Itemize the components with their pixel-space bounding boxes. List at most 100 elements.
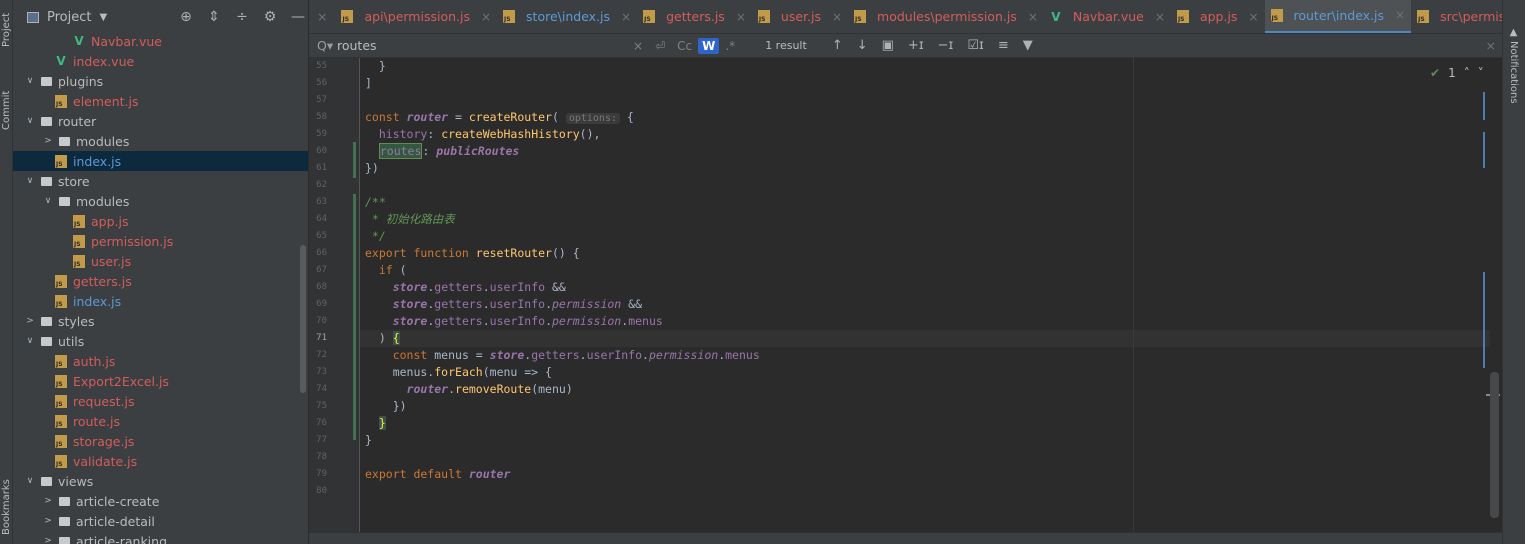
inspection-widget[interactable]: ✔ 1 ˄ ˅ [1430, 66, 1484, 80]
chevron-right-icon[interactable]: > [41, 516, 55, 526]
editor-tab[interactable]: getters.js × [637, 0, 752, 33]
regex-toggle[interactable]: .* [719, 39, 741, 53]
tree-file[interactable]: Export2Excel.js [13, 371, 308, 391]
js-file-icon [55, 414, 67, 428]
editor-tab[interactable]: router\index.js × [1264, 0, 1412, 33]
chevron-down-icon[interactable]: ∨ [23, 116, 37, 126]
chevron-right-icon[interactable]: > [41, 496, 55, 506]
close-icon[interactable]: × [1395, 8, 1405, 22]
editor-tab[interactable]: user.js × [752, 0, 848, 33]
project-panel-title[interactable]: Project [47, 10, 91, 25]
chevron-down-icon[interactable]: ∨ [23, 76, 37, 86]
commit-tool-tab[interactable]: Commit [0, 80, 13, 140]
chevron-down-icon[interactable]: ∨ [23, 336, 37, 346]
tree-file[interactable]: Vindex.vue [13, 51, 308, 71]
clear-search-icon[interactable]: × [627, 39, 649, 53]
right-margin-guide [1133, 58, 1134, 532]
tree-file[interactable]: route.js [13, 411, 308, 431]
tree-file[interactable]: V Navbar.vue [13, 31, 308, 51]
chevron-right-icon[interactable]: > [23, 316, 37, 326]
expand-all-icon[interactable]: ⇕ [204, 9, 224, 25]
match-case-toggle[interactable]: Cc [671, 39, 698, 53]
editor-scrollbar[interactable] [1490, 372, 1499, 518]
tree-file[interactable]: user.js [13, 251, 308, 271]
arrow-down-icon[interactable]: ↓ [850, 38, 875, 53]
parameter-hint: options: [565, 113, 620, 124]
tree-file[interactable]: auth.js [13, 351, 308, 371]
minimize-icon[interactable]: — [288, 9, 308, 25]
select-all-icon[interactable]: ☑ɪ [960, 38, 991, 53]
close-icon[interactable]: × [832, 10, 842, 24]
tree-folder[interactable]: ∨ utils [13, 331, 308, 351]
tree-folder[interactable]: > article-detail [13, 511, 308, 531]
line-number: 61 [316, 163, 327, 173]
project-scrollbar[interactable] [300, 245, 306, 393]
notifications-tool-tab[interactable]: ▲ Notifications [1502, 20, 1525, 110]
tree-folder[interactable]: ∨ modules [13, 191, 308, 211]
close-icon[interactable]: × [481, 10, 491, 24]
chevron-down-icon[interactable]: ∨ [41, 196, 55, 206]
remove-occurrence-icon[interactable]: −ɪ [931, 38, 961, 53]
close-icon[interactable]: × [621, 10, 631, 24]
editor-tab[interactable]: V Navbar.vue × [1044, 0, 1171, 33]
close-icon[interactable]: × [309, 9, 335, 24]
close-icon[interactable]: × [1028, 10, 1038, 24]
tree-folder[interactable]: > modules [13, 131, 308, 151]
search-icon[interactable]: Q▾ [317, 38, 337, 53]
tree-file[interactable]: index.js [13, 151, 308, 171]
vue-file-icon: V [1051, 9, 1061, 24]
tree-file[interactable]: storage.js [13, 431, 308, 451]
chevron-down-icon[interactable]: ∨ [23, 476, 37, 486]
editor-tab[interactable]: modules\permission.js × [848, 0, 1044, 33]
tree-folder[interactable]: > article-create [13, 491, 308, 511]
locate-icon[interactable]: ⊕ [176, 9, 196, 25]
tree-item-label: app.js [91, 213, 129, 229]
tree-file[interactable]: index.js [13, 291, 308, 311]
chevron-up-icon[interactable]: ˄ [1464, 66, 1470, 80]
tree-folder[interactable]: ∨ views [13, 471, 308, 491]
tree-file[interactable]: getters.js [13, 271, 308, 291]
tree-item-label: request.js [73, 393, 135, 409]
editor-tab[interactable]: api\permission.js × [335, 0, 497, 33]
tree-file[interactable]: request.js [13, 391, 308, 411]
tree-file[interactable]: element.js [13, 91, 308, 111]
js-file-icon [854, 10, 867, 23]
tree-folder[interactable]: ∨ store [13, 171, 308, 191]
code-editor[interactable]: } ] const router = createRouter( options… [360, 58, 1500, 544]
search-input[interactable]: routes [337, 38, 627, 53]
whole-words-toggle[interactable]: W [698, 37, 720, 54]
collapse-all-icon[interactable]: ÷ [232, 9, 252, 25]
close-icon[interactable]: × [736, 10, 746, 24]
tree-folder[interactable]: > article-ranking [13, 531, 308, 544]
gear-icon[interactable]: ⚙ [260, 9, 280, 25]
close-icon[interactable]: × [1155, 10, 1165, 24]
chevron-right-icon[interactable]: > [41, 136, 55, 146]
filter-icon[interactable]: ▼ [1016, 38, 1040, 53]
tree-folder[interactable]: > styles [13, 311, 308, 331]
breadcrumb-bar [309, 532, 1502, 544]
arrow-up-icon[interactable]: ↑ [825, 38, 850, 53]
select-all-occurrences-icon[interactable]: ▣ [875, 38, 901, 53]
tree-folder[interactable]: ∨ plugins [13, 71, 308, 91]
open-in-window-icon[interactable]: ≡ [991, 38, 1016, 53]
editor-tab[interactable]: app.js × [1171, 0, 1265, 33]
add-occurrence-icon[interactable]: +ɪ [901, 38, 931, 53]
tree-file[interactable]: validate.js [13, 451, 308, 471]
line-number: 65 [316, 231, 327, 241]
chevron-down-icon[interactable]: ∨ [23, 176, 37, 186]
tree-file[interactable]: permission.js [13, 231, 308, 251]
project-tool-tab[interactable]: Project [0, 0, 13, 60]
close-icon[interactable]: × [1486, 38, 1496, 53]
editor-tab[interactable]: src\permission.js× [1411, 0, 1502, 33]
chevron-down-icon[interactable]: ˅ [1478, 66, 1484, 80]
editor-tab[interactable]: store\index.js × [497, 0, 637, 33]
new-line-icon[interactable]: ⏎ [649, 39, 671, 53]
chevron-right-icon[interactable]: > [41, 536, 55, 544]
bookmarks-tool-tab[interactable]: Bookmarks [0, 470, 13, 544]
close-icon[interactable]: × [1248, 10, 1258, 24]
tree-item-label: router [58, 113, 97, 129]
tree-file[interactable]: app.js [13, 211, 308, 231]
line-number: 55 [316, 61, 327, 71]
tree-folder[interactable]: ∨ router [13, 111, 308, 131]
chevron-down-icon[interactable]: ▼ [99, 12, 107, 23]
